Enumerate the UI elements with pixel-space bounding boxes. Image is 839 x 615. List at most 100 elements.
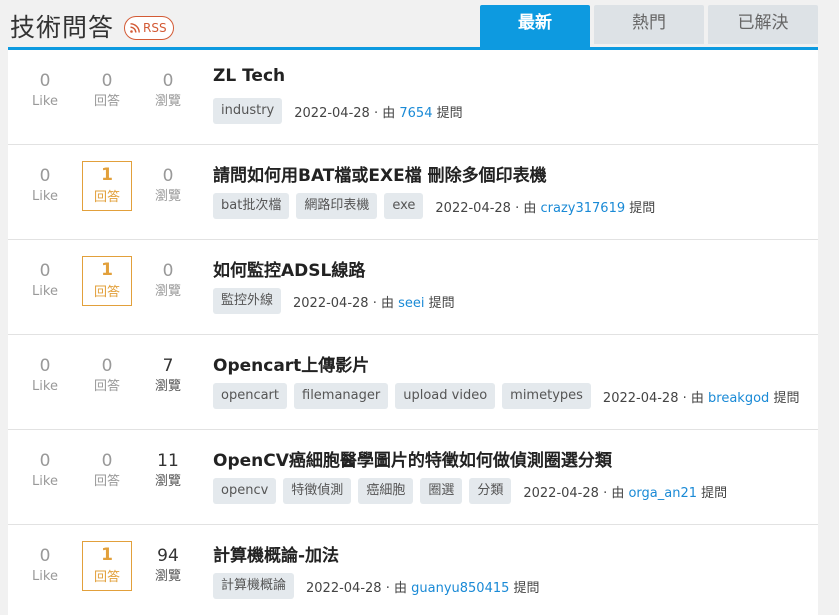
answer-number: 0 — [101, 451, 113, 471]
asked-label: 提問 — [629, 200, 656, 216]
answer-count: 0 回答 — [82, 70, 132, 116]
view-label: 瀏覽 — [154, 569, 181, 584]
tag-link[interactable]: 癌細胞 — [358, 478, 414, 504]
tag-link[interactable]: exe — [384, 193, 424, 219]
view-label: 瀏覽 — [154, 474, 181, 489]
by-label: · 由 — [682, 390, 704, 406]
like-number: 0 — [39, 166, 51, 186]
question-date: 2022-04-28 — [602, 390, 679, 406]
user-link[interactable]: crazy317619 — [541, 201, 626, 216]
question-meta: industry 2022-04-28 · 由 7654 提問 — [213, 98, 463, 124]
answer-count: 1 回答 — [82, 161, 132, 211]
page-header: 技術問答 RSS 最新 熱門 已解決 — [0, 0, 839, 50]
like-count: 0 Like — [20, 165, 70, 211]
tag-link[interactable]: 圈選 — [420, 478, 463, 504]
like-label: Like — [32, 569, 58, 584]
tag-link[interactable]: filemanager — [294, 383, 389, 409]
view-label: 瀏覽 — [154, 284, 181, 299]
page-title: 技術問答 — [10, 13, 115, 42]
view-count: 7 瀏覽 — [143, 355, 193, 401]
user-link[interactable]: 7654 — [399, 106, 432, 121]
question-title-link[interactable]: Opencart上傳影片 — [213, 351, 369, 376]
tag-link[interactable]: upload video — [395, 383, 496, 409]
answer-label: 回答 — [93, 379, 120, 394]
rss-button[interactable]: RSS — [124, 16, 174, 40]
user-link[interactable]: breakgod — [708, 391, 769, 406]
tag-link[interactable]: 分類 — [469, 478, 512, 504]
answer-label: 回答 — [93, 474, 120, 489]
like-count: 0 Like — [20, 355, 70, 401]
answer-count: 0 回答 — [82, 355, 132, 401]
question-row: 0 Like 1 回答 0 瀏覽 如何監控ADSL線路監控外線 2022-04-2… — [8, 240, 818, 335]
question-meta: opencart filemanager upload video mimetypes… — [213, 383, 799, 409]
tag-link[interactable]: 網路印表機 — [296, 193, 378, 219]
like-count: 0 Like — [20, 70, 70, 116]
like-label: Like — [32, 379, 58, 394]
by-label: · 由 — [385, 580, 407, 596]
tab-solved[interactable]: 已解決 — [708, 5, 818, 44]
question-info: 2022-04-28 · 由 orga_an21 提問 — [523, 482, 727, 501]
answer-count: 1 回答 — [82, 256, 132, 306]
answer-number: 1 — [101, 545, 113, 565]
question-meta: 監控外線 2022-04-28 · 由 seei 提問 — [213, 288, 455, 314]
answer-label: 回答 — [93, 285, 120, 300]
question-row: 0 Like 1 回答 94 瀏覽 計算機概論-加法 計算機概論 2022-04-2… — [8, 525, 818, 615]
view-number: 0 — [162, 166, 174, 186]
tab-latest[interactable]: 最新 — [480, 5, 590, 47]
question-date: 2022-04-28 — [523, 485, 599, 501]
tag-link[interactable]: 計算機概論 — [213, 573, 295, 599]
user-link[interactable]: orga_an21 — [628, 486, 697, 501]
like-count: 0 Like — [20, 260, 70, 306]
question-date: 2022-04-28 — [306, 580, 382, 596]
tab-hot[interactable]: 熱門 — [594, 5, 704, 44]
asked-label: 提問 — [428, 295, 455, 311]
question-meta: opencv 特徵偵測 癌細胞 圈選 分類 2022-04-28 · 由 orga_an… — [213, 478, 727, 504]
tag-link[interactable]: opencart — [213, 383, 287, 409]
view-count: 0 瀏覽 — [143, 165, 193, 211]
question-row: 0 Like 0 回答 7 瀏覽 Opencart上傳影片 opencart file… — [8, 335, 818, 430]
view-label: 瀏覽 — [154, 94, 181, 109]
question-row: 0 Like 0 回答 11 瀏覽 OpenCV癌細胞醫學圖片的特徵如何做偵測圈選… — [8, 430, 818, 525]
asked-label: 提問 — [436, 105, 463, 121]
like-number: 0 — [39, 356, 51, 376]
tag-link[interactable]: bat批次檔 — [213, 193, 290, 219]
answer-number: 0 — [101, 71, 113, 91]
answer-label: 回答 — [93, 190, 120, 205]
question-title-link[interactable]: ZL Tech — [213, 66, 285, 86]
question-list: 0 Like 0 回答 0 瀏覽 ZL Tech industry 2022-04-… — [8, 50, 818, 615]
view-number: 0 — [162, 71, 174, 91]
asked-label: 提問 — [773, 390, 800, 406]
question-title-link[interactable]: 如何監控ADSL線路 — [213, 256, 365, 281]
like-label: Like — [32, 189, 58, 204]
answer-number: 1 — [101, 165, 113, 185]
question-date: 2022-04-28 — [435, 200, 511, 216]
answer-label: 回答 — [93, 94, 120, 109]
answer-count: 0 回答 — [82, 450, 132, 496]
question-title-link[interactable]: OpenCV癌細胞醫學圖片的特徵如何做偵測圈選分類 — [213, 446, 612, 471]
tag-link[interactable]: 特徵偵測 — [283, 478, 352, 504]
like-count: 0 Like — [20, 450, 70, 496]
tag-link[interactable]: opencv — [213, 478, 277, 504]
tag-link[interactable]: 監控外線 — [213, 288, 282, 314]
like-label: Like — [32, 474, 58, 489]
like-number: 0 — [39, 261, 51, 281]
by-label: · 由 — [515, 200, 537, 216]
tag-link[interactable]: industry — [213, 98, 283, 124]
by-label: · 由 — [603, 485, 625, 501]
user-link[interactable]: guanyu850415 — [411, 581, 509, 596]
question-date: 2022-04-28 — [294, 105, 370, 121]
like-number: 0 — [39, 546, 51, 566]
question-info: 2022-04-28 · 由 guanyu850415 提問 — [306, 577, 540, 596]
question-title-link[interactable]: 請問如何用BAT檔或EXE檔 刪除多個印表機 — [213, 161, 547, 186]
tag-link[interactable]: mimetypes — [502, 383, 591, 409]
answer-number: 0 — [101, 356, 113, 376]
by-label: · 由 — [372, 295, 394, 311]
like-number: 0 — [39, 451, 51, 471]
view-count: 0 瀏覽 — [143, 70, 193, 116]
view-number: 7 — [162, 356, 174, 376]
like-label: Like — [32, 94, 58, 109]
question-info: 2022-04-28 · 由 crazy317619 提問 — [435, 197, 655, 216]
user-link[interactable]: seei — [398, 296, 424, 311]
question-row: 0 Like 0 回答 0 瀏覽 ZL Tech industry 2022-04-… — [8, 50, 818, 145]
question-title-link[interactable]: 計算機概論-加法 — [213, 541, 339, 566]
